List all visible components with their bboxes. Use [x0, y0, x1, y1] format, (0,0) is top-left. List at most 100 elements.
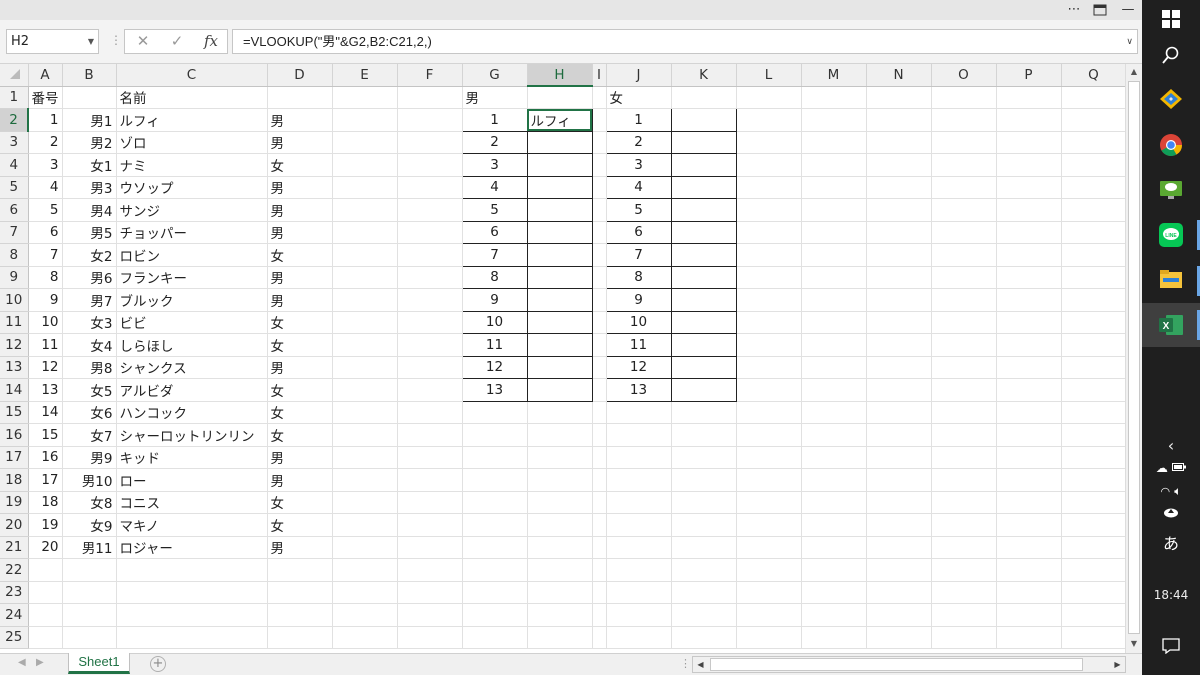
row-header[interactable]: 4 [0, 153, 29, 177]
cell-h4[interactable] [526, 153, 593, 177]
cell-e23[interactable] [332, 581, 398, 604]
cell-i8[interactable] [592, 243, 607, 267]
cell-l5[interactable] [736, 176, 802, 199]
cell-j4[interactable]: 3 [605, 153, 672, 177]
cell-k3[interactable] [670, 130, 737, 154]
cell-grid[interactable]: ABCDEFGHIJKLMNOPQ 1 番号 名前男女 2 1 男1 ルフィ男 1 ルフィ 1 3 2… [0, 64, 1127, 649]
formula-input[interactable]: =VLOOKUP("男"&G2,B2:C21,2,) ∨ [232, 29, 1138, 54]
cell-d5[interactable]: 男 [267, 176, 333, 199]
cell-o3[interactable] [931, 131, 997, 154]
cell-o4[interactable] [931, 153, 997, 177]
cell-l23[interactable] [736, 581, 802, 604]
cell-c13[interactable]: シャンクス [116, 356, 268, 379]
cell-j25[interactable] [606, 626, 672, 649]
cell-i12[interactable] [592, 333, 607, 357]
name-box[interactable]: H2 ▼ [6, 29, 99, 54]
cell-i2[interactable] [592, 108, 607, 132]
cell-n23[interactable] [866, 581, 932, 604]
cell-j11[interactable]: 10 [605, 310, 672, 334]
row-header[interactable]: 8 [0, 243, 29, 267]
cell-m23[interactable] [801, 581, 867, 604]
cell-l7[interactable] [736, 221, 802, 244]
cell-g8[interactable]: 7 [461, 243, 528, 267]
worksheet-grid[interactable]: ABCDEFGHIJKLMNOPQ 1 番号 名前男女 2 1 男1 ルフィ男 1 ルフィ 1 3 2… [0, 64, 1142, 653]
cell-i15[interactable] [592, 401, 607, 424]
cell-b23[interactable] [62, 581, 117, 604]
cell-i1[interactable] [592, 86, 607, 109]
cell-h13[interactable] [526, 355, 593, 379]
horizontal-scroll-thumb[interactable] [710, 658, 1083, 671]
cell-p5[interactable] [996, 176, 1062, 199]
cell-k15[interactable] [671, 401, 737, 424]
cell-l19[interactable] [736, 491, 802, 514]
cell-a15[interactable]: 14 [28, 401, 63, 424]
minimize-icon[interactable]: — [1116, 0, 1140, 20]
cell-m15[interactable] [801, 401, 867, 424]
cell-a22[interactable] [28, 558, 63, 582]
cell-i7[interactable] [592, 221, 607, 244]
cell-b4[interactable]: 女1 [62, 153, 117, 177]
cell-f17[interactable] [397, 446, 463, 469]
cell-a7[interactable]: 6 [28, 221, 63, 244]
cell-m5[interactable] [801, 176, 867, 199]
cell-p11[interactable] [996, 311, 1062, 334]
clock[interactable]: 18:44 [1142, 588, 1200, 602]
expand-formula-icon[interactable]: ∨ [1126, 30, 1133, 53]
cell-j13[interactable]: 12 [605, 355, 672, 379]
horizontal-scrollbar[interactable]: ◀ ▶ [692, 656, 1126, 673]
cell-i22[interactable] [592, 558, 607, 582]
cell-d17[interactable]: 男 [267, 446, 333, 469]
cell-q13[interactable] [1061, 356, 1127, 379]
cell-h22[interactable] [527, 558, 593, 582]
cell-c3[interactable]: ゾロ [116, 131, 268, 154]
cell-n18[interactable] [866, 468, 932, 492]
cell-a10[interactable]: 9 [28, 288, 63, 312]
cell-q7[interactable] [1061, 221, 1127, 244]
scroll-down-icon[interactable]: ▼ [1126, 636, 1142, 652]
cell-p20[interactable] [996, 513, 1062, 537]
app-icon[interactable] [1142, 88, 1200, 114]
cell-f13[interactable] [397, 356, 463, 379]
cell-d6[interactable]: 男 [267, 198, 333, 222]
row-header[interactable]: 13 [0, 356, 29, 379]
cell-d19[interactable]: 女 [267, 491, 333, 514]
cell-j9[interactable]: 8 [605, 265, 672, 289]
cell-n2[interactable] [866, 108, 932, 132]
cell-o6[interactable] [931, 198, 997, 222]
cell-k7[interactable] [670, 220, 737, 244]
row-header[interactable]: 3 [0, 131, 29, 154]
cell-j8[interactable]: 7 [605, 243, 672, 267]
excel-icon[interactable]: X [1142, 303, 1200, 347]
row-header[interactable]: 18 [0, 468, 29, 492]
row-header[interactable]: 10 [0, 288, 29, 312]
cell-n13[interactable] [866, 356, 932, 379]
cell-k16[interactable] [671, 423, 737, 447]
row-header[interactable]: 15 [0, 401, 29, 424]
cell-b3[interactable]: 男2 [62, 131, 117, 154]
column-header-a[interactable]: A [28, 64, 63, 87]
cell-j20[interactable] [606, 513, 672, 537]
cell-a20[interactable]: 19 [28, 513, 63, 537]
cell-n3[interactable] [866, 131, 932, 154]
cell-m16[interactable] [801, 423, 867, 447]
cell-m22[interactable] [801, 558, 867, 582]
cell-h18[interactable] [527, 468, 593, 492]
column-header-c[interactable]: C [116, 64, 268, 87]
cell-b19[interactable]: 女8 [62, 491, 117, 514]
cell-k22[interactable] [671, 558, 737, 582]
cell-d10[interactable]: 男 [267, 288, 333, 312]
cell-l25[interactable] [736, 626, 802, 649]
cell-i23[interactable] [592, 581, 607, 604]
cell-f3[interactable] [397, 131, 463, 154]
cell-g3[interactable]: 2 [461, 130, 528, 154]
cell-n17[interactable] [866, 446, 932, 469]
cell-d22[interactable] [267, 558, 333, 582]
column-header-q[interactable]: Q [1061, 64, 1127, 87]
cell-o9[interactable] [931, 266, 997, 289]
cell-d2[interactable]: 男 [267, 108, 333, 132]
cell-k25[interactable] [671, 626, 737, 649]
column-header-h[interactable]: H [527, 64, 593, 87]
row-header[interactable]: 21 [0, 536, 29, 559]
cell-a11[interactable]: 10 [28, 311, 63, 334]
cell-m10[interactable] [801, 288, 867, 312]
